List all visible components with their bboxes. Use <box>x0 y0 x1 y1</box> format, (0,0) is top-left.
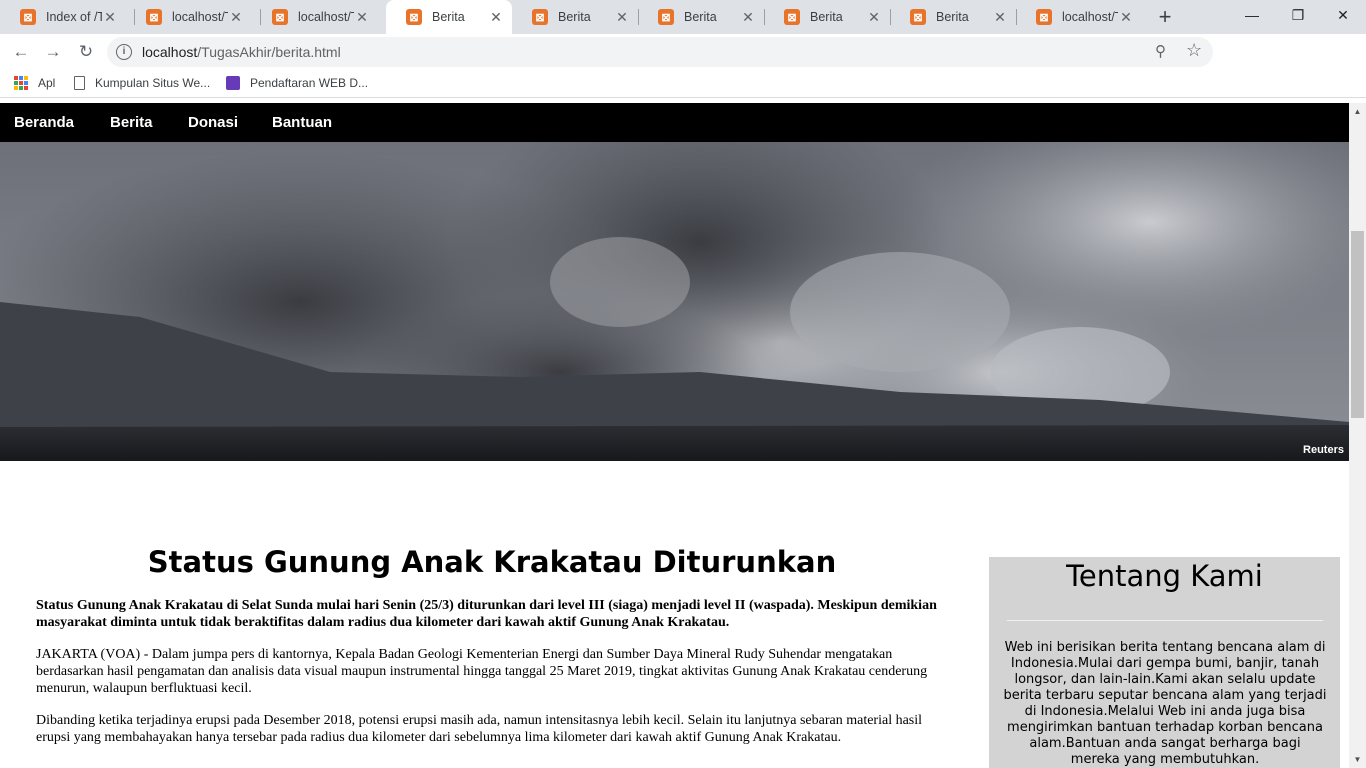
forward-button[interactable]: → <box>41 40 65 64</box>
sidebar-title: Tentang Kami <box>1066 559 1263 593</box>
article-title: Status Gunung Anak Krakatau Diturunkan <box>147 545 837 579</box>
article-paragraph: JAKARTA (VOA) - Dalam jumpa pers di kant… <box>36 647 928 696</box>
close-icon[interactable]: ✕ <box>866 9 882 26</box>
tab-berita-5[interactable]: ⊠ Berita ✕ <box>890 0 1016 34</box>
sidebar-divider <box>1007 620 1323 621</box>
close-icon[interactable]: ✕ <box>992 9 1008 26</box>
article-lead: Status Gunung Anak Krakatau di Selat Sun… <box>36 598 937 630</box>
tab-berita-3[interactable]: ⊠ Berita ✕ <box>638 0 764 34</box>
url-text[interactable]: localhost/TugasAkhir/berita.html <box>142 44 341 60</box>
nav-donasi[interactable]: Donasi <box>188 114 238 131</box>
tab-localhost-2[interactable]: ⊠ localhost/Tu ✕ <box>252 0 378 34</box>
page-scrollbar[interactable]: ▲ ▼ <box>1349 103 1366 768</box>
scroll-down-arrow-icon[interactable]: ▼ <box>1349 751 1366 768</box>
tab-title: Berita <box>684 10 717 24</box>
volcano-eruption-image <box>0 142 1349 461</box>
form-icon <box>226 76 240 90</box>
scroll-thumb[interactable] <box>1351 231 1364 418</box>
url-host: localhost <box>142 44 198 60</box>
close-window-button[interactable]: ✕ <box>1320 0 1366 30</box>
bookmark-label: Kumpulan Situs We... <box>95 76 211 90</box>
bookmark-label: Apl <box>38 76 56 90</box>
tab-localhost-1[interactable]: ⊠ localhost/Tu ✕ <box>126 0 252 34</box>
address-bar[interactable]: i localhost/TugasAkhir/berita.html ⚲ ☆ <box>107 37 1213 67</box>
close-icon[interactable]: ✕ <box>228 9 244 26</box>
reload-button[interactable]: ↻ <box>74 40 98 64</box>
site-navbar: Beranda Berita Donasi Bantuan <box>0 103 1349 142</box>
tab-berita-4[interactable]: ⊠ Berita ✕ <box>764 0 890 34</box>
about-sidebar: Tentang Kami Web ini berisikan berita te… <box>989 557 1340 768</box>
xampp-icon: ⊠ <box>532 9 548 25</box>
bookmark-pendaftaran[interactable]: Pendaftaran WEB D... <box>226 76 368 90</box>
xampp-icon: ⊠ <box>272 9 288 25</box>
bookmark-kumpulan-situs[interactable]: Kumpulan Situs We... <box>74 76 210 90</box>
xampp-icon: ⊠ <box>406 9 422 25</box>
tab-berita-active[interactable]: ⊠ Berita ✕ <box>386 0 512 34</box>
tab-title: Berita <box>432 10 465 24</box>
hero-image: Reuters <box>0 142 1349 461</box>
xampp-icon: ⊠ <box>658 9 674 25</box>
browser-toolbar: ← → ↻ i localhost/TugasAkhir/berita.html… <box>0 34 1366 95</box>
close-icon[interactable]: ✕ <box>102 9 118 26</box>
xampp-icon: ⊠ <box>1036 9 1052 25</box>
close-icon[interactable]: ✕ <box>740 9 756 26</box>
tab-title: localhost/Tu <box>1062 10 1118 24</box>
article-paragraph: Dibanding ketika terjadinya erupsi pada … <box>36 713 923 745</box>
info-icon[interactable]: i <box>116 44 132 60</box>
zoom-icon[interactable]: ⚲ <box>1155 42 1166 60</box>
xampp-icon: ⊠ <box>146 9 162 25</box>
nav-berita[interactable]: Berita <box>110 114 153 131</box>
bookmarks-bar: Apl Kumpulan Situs We... Pendaftaran WEB… <box>0 70 1366 98</box>
tab-title: localhost/Tu <box>172 10 228 24</box>
new-tab-button[interactable]: + <box>1152 4 1178 30</box>
scroll-up-arrow-icon[interactable]: ▲ <box>1349 103 1366 120</box>
page-icon <box>74 76 85 90</box>
tab-title: Berita <box>810 10 843 24</box>
tab-title: Berita <box>558 10 591 24</box>
close-icon[interactable]: ✕ <box>488 9 504 26</box>
tab-index[interactable]: ⊠ Index of /Tu ✕ <box>0 0 126 34</box>
xampp-icon: ⊠ <box>784 9 800 25</box>
nav-bantuan[interactable]: Bantuan <box>272 114 332 131</box>
tab-localhost-3[interactable]: ⊠ localhost/Tu ✕ <box>1016 0 1142 34</box>
xampp-icon: ⊠ <box>910 9 926 25</box>
web-page: Beranda Berita Donasi Bantuan Reuters St… <box>0 103 1349 768</box>
apps-grid-icon <box>14 76 28 90</box>
tab-strip: ⊠ Index of /Tu ✕ ⊠ localhost/Tu ✕ ⊠ loca… <box>0 0 1366 34</box>
xampp-icon: ⊠ <box>20 9 36 25</box>
sidebar-text: Web ini berisikan berita tentang bencana… <box>1003 640 1327 767</box>
tab-title: Berita <box>936 10 969 24</box>
photo-credit: Reuters <box>1303 444 1344 456</box>
close-icon[interactable]: ✕ <box>354 9 370 26</box>
restore-button[interactable]: ❐ <box>1275 0 1321 30</box>
nav-beranda[interactable]: Beranda <box>14 114 74 131</box>
close-icon[interactable]: ✕ <box>1118 9 1134 26</box>
tab-title: Index of /Tu <box>46 10 102 24</box>
tab-title: localhost/Tu <box>298 10 354 24</box>
bookmark-label: Pendaftaran WEB D... <box>250 76 369 90</box>
tab-berita-2[interactable]: ⊠ Berita ✕ <box>512 0 638 34</box>
minimize-button[interactable]: — <box>1229 0 1275 30</box>
bookmark-apps[interactable]: Apl <box>14 76 55 90</box>
url-path: /TugasAkhir/berita.html <box>197 44 341 60</box>
article: Status Gunung Anak Krakatau Diturunkan S… <box>36 545 948 761</box>
back-button[interactable]: ← <box>9 40 33 64</box>
bookmark-star-icon[interactable]: ☆ <box>1186 40 1202 61</box>
close-icon[interactable]: ✕ <box>614 9 630 26</box>
